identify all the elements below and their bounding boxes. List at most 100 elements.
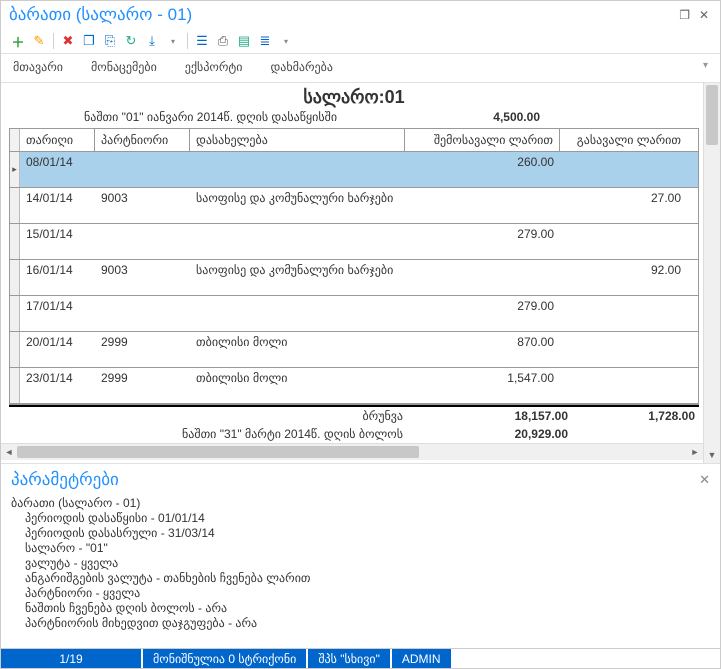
cell-partner: 9003 (95, 260, 190, 295)
opening-balance-value: 4,500.00 (402, 110, 562, 124)
cell-date: 20/01/14 (20, 332, 95, 367)
cell-partner (95, 296, 190, 331)
cell-outgo (560, 224, 687, 259)
row-indicator-icon (10, 188, 20, 223)
cell-date: 17/01/14 (20, 296, 95, 331)
param-line: ბარათი (სალარო - 01) (11, 496, 710, 511)
params-title: პარამეტრები (11, 464, 710, 496)
menu-help[interactable]: დახმარება (270, 60, 333, 74)
cell-name (190, 224, 405, 259)
param-line: პარტნიორის მიხედვით დაჯგუფება - არა (11, 616, 710, 631)
menu-overflow-icon[interactable]: ▾ (703, 60, 708, 74)
cell-date: 23/01/14 (20, 368, 95, 403)
report-title: სალარო:01 (9, 83, 699, 108)
turnover-label: ბრუნვა (13, 409, 413, 423)
cell-name (190, 152, 405, 187)
cell-income: 260.00 (405, 152, 560, 187)
cell-name: საოფისე და კომუნალური ხარჯები (190, 188, 405, 223)
window-restore-icon[interactable]: ❐ (677, 8, 693, 22)
status-position: 1/19 (1, 649, 141, 668)
col-name[interactable]: დასახელება (190, 129, 405, 151)
param-line: ნაშთის ჩვენება დღის ბოლოს - არა (11, 601, 710, 616)
row-indicator-icon: ▸ (10, 152, 20, 187)
col-partner[interactable]: პარტნიორი (95, 129, 190, 151)
turnover-outgo: 1,728.00 (568, 409, 695, 423)
cell-outgo: 92.00 (560, 260, 687, 295)
cell-date: 15/01/14 (20, 224, 95, 259)
dropdown-icon[interactable]: ▾ (277, 32, 295, 50)
transactions-grid: თარიღი პარტნიორი დასახელება შემოსავალი ლ… (9, 128, 699, 405)
param-line: სალარო - "01" (11, 541, 710, 556)
vertical-scrollbar[interactable]: ▼ (703, 83, 720, 463)
cell-outgo (560, 152, 687, 187)
scroll-down-icon[interactable]: ▼ (704, 447, 720, 463)
table-row[interactable]: 15/01/14279.00 (10, 224, 698, 260)
col-income[interactable]: შემოსავალი ლარით (405, 129, 560, 151)
col-outgo[interactable]: გასავალი ლარით (560, 129, 687, 151)
row-indicator-icon (10, 332, 20, 367)
cell-income (405, 188, 560, 223)
menu-export[interactable]: ექსპორტი (185, 60, 243, 74)
cell-outgo: 27.00 (560, 188, 687, 223)
cell-outgo (560, 296, 687, 331)
cell-name: თბილისი მოლი (190, 368, 405, 403)
closing-balance-label: ნაშთი "31" მარტი 2014წ. დღის ბოლოს (13, 427, 413, 441)
excel-button[interactable]: ▤ (235, 32, 253, 50)
menu-data[interactable]: მონაცემები (91, 60, 157, 74)
delete-button[interactable]: ✖ (59, 32, 77, 50)
window-close-icon[interactable]: ✕ (696, 8, 712, 22)
cell-name (190, 296, 405, 331)
param-line: პერიოდის დასასრული - 31/03/14 (11, 526, 710, 541)
cell-date: 14/01/14 (20, 188, 95, 223)
row-indicator-icon (10, 296, 20, 331)
opening-balance-label: ნაშთი "01" იანვარი 2014წ. დღის დასაწყისშ… (19, 110, 402, 124)
add-button[interactable]: ＋ (9, 32, 27, 50)
window-title: ბარათი (სალარო - 01) (9, 5, 192, 25)
cell-outgo (560, 368, 687, 403)
hscroll-thumb[interactable] (17, 446, 419, 458)
param-line: ანგარიშგების ვალუტა - თანხების ჩვენება ლ… (11, 571, 710, 586)
cell-partner: 2999 (95, 332, 190, 367)
table-row[interactable]: 23/01/142999თბილისი მოლი1,547.00 (10, 368, 698, 404)
print-button[interactable]: ⎙ (214, 32, 232, 50)
duplicate-button[interactable]: ⎘ (101, 32, 119, 50)
col-date[interactable]: თარიღი (20, 129, 95, 151)
table-row[interactable]: 14/01/149003საოფისე და კომუნალური ხარჯებ… (10, 188, 698, 224)
cell-income: 279.00 (405, 296, 560, 331)
copy-button[interactable]: ❐ (80, 32, 98, 50)
row-indicator-icon (10, 368, 20, 403)
param-line: ვალუტა - ყველა (11, 556, 710, 571)
row-indicator-icon (10, 260, 20, 295)
cell-date: 08/01/14 (20, 152, 95, 187)
export-button[interactable]: ⤓ (143, 32, 161, 50)
refresh-button[interactable]: ↻ (122, 32, 140, 50)
table-row[interactable]: 20/01/142999თბილისი მოლი870.00 (10, 332, 698, 368)
scroll-right-icon[interactable]: ► (687, 447, 703, 457)
toolbar: ＋ ✎ ✖ ❐ ⎘ ↻ ⤓ ▾ ☰ ⎙ ▤ ≣ ▾ (1, 29, 720, 54)
table-row[interactable]: 16/01/149003საოფისე და კომუნალური ხარჯებ… (10, 260, 698, 296)
closing-balance-value: 20,929.00 (413, 427, 568, 441)
dropdown-icon[interactable]: ▾ (164, 32, 182, 50)
cell-income (405, 260, 560, 295)
status-user: ADMIN (392, 649, 451, 668)
cell-partner (95, 224, 190, 259)
scroll-left-icon[interactable]: ◄ (1, 447, 17, 457)
word-button[interactable]: ≣ (256, 32, 274, 50)
status-bar: 1/19 მონიშნულია 0 სტრიქონი შპს "სხივი" A… (1, 648, 720, 668)
cell-name: თბილისი მოლი (190, 332, 405, 367)
table-row[interactable]: ▸08/01/14 260.00 (10, 152, 698, 188)
params-close-icon[interactable]: ✕ (699, 472, 710, 488)
edit-button[interactable]: ✎ (30, 32, 48, 50)
cell-partner (95, 152, 190, 187)
parameters-panel: ✕ პარამეტრები ბარათი (სალარო - 01)პერიოდ… (1, 463, 720, 653)
vscroll-thumb[interactable] (706, 85, 718, 145)
status-company: შპს "სხივი" (308, 649, 390, 668)
param-line: პარტნიორი - ყველა (11, 586, 710, 601)
horizontal-scrollbar[interactable]: ◄ ► (1, 443, 703, 460)
table-row[interactable]: 17/01/14 279.00 (10, 296, 698, 332)
cell-partner: 9003 (95, 188, 190, 223)
param-line: პერიოდის დასაწყისი - 01/01/14 (11, 511, 710, 526)
cell-date: 16/01/14 (20, 260, 95, 295)
preview-button[interactable]: ☰ (193, 32, 211, 50)
menu-main[interactable]: მთავარი (13, 60, 63, 74)
